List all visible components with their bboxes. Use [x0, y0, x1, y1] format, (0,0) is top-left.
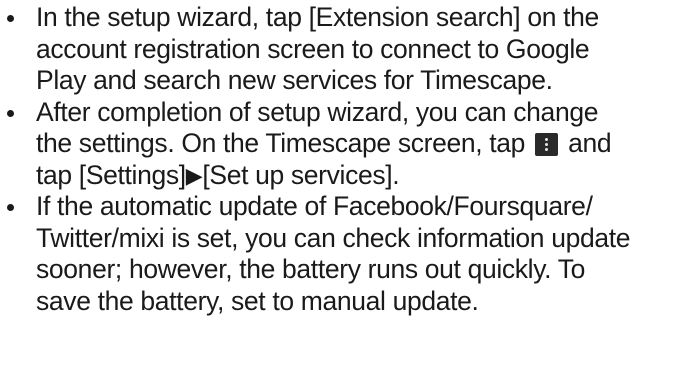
bullet-item-extension-search: In the setup wizard, tap [Extension sear…	[0, 2, 681, 97]
bullet-dot	[7, 204, 14, 211]
right-triangle-arrow-icon: ▶	[185, 162, 203, 188]
text-line: the settings. On the Timescape screen, t…	[36, 128, 677, 160]
text-fragment: and	[568, 128, 612, 158]
text-line: sooner; however, the battery runs out qu…	[36, 254, 585, 284]
bullet-item-automatic-update: If the automatic update of Facebook/Four…	[0, 191, 681, 317]
text-line: Twitter/mixi is set, you can check infor…	[36, 222, 631, 253]
text-line: tap [Settings]▶[Set up services].	[36, 160, 677, 192]
menu-dots-icon	[535, 133, 559, 156]
bullet-item-change-settings: After completion of setup wizard, you ca…	[0, 97, 681, 192]
document-body: In the setup wizard, tap [Extension sear…	[0, 2, 681, 317]
text-line: After completion of setup wizard, you ca…	[36, 96, 599, 127]
text-line: If the automatic update of Facebook/Four…	[36, 191, 593, 221]
text-fragment: the settings. On the Timescape screen, t…	[36, 128, 526, 158]
text-line: save the battery, set to manual update.	[36, 285, 479, 316]
bullet-dot	[7, 15, 14, 22]
text-line: In the setup wizard, tap [Extension sear…	[36, 2, 599, 32]
text-fragment: tap [Settings]	[36, 159, 186, 190]
bullet-dot	[7, 109, 14, 117]
text-fragment: [Set up services].	[202, 159, 400, 190]
text-line: Play and search new services for Timesca…	[36, 65, 553, 95]
text-line: account registration screen to connect t…	[36, 33, 590, 64]
